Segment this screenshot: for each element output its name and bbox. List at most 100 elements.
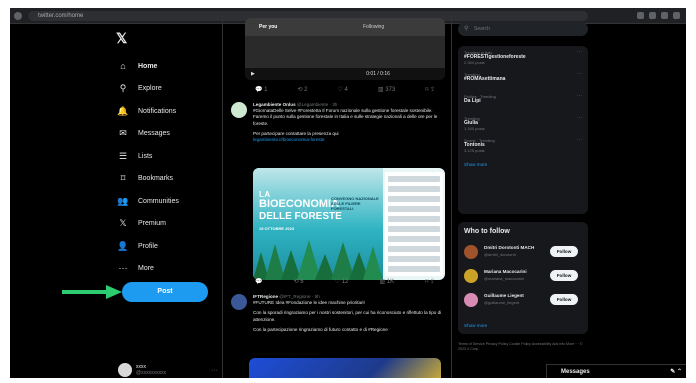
tweet-text-2: Con la sporadi ringraziamo per i nostri … — [253, 310, 442, 322]
forest-illustration — [253, 240, 383, 280]
retweet-icon[interactable]: ⟲ 2 — [297, 86, 307, 96]
suggestion-handle: @mariana_macocarini — [484, 276, 525, 281]
retweet-icon[interactable]: ⟲ 8 — [294, 278, 304, 288]
trend-item[interactable]: Trending in Italy #FORESTIgestioneforest… — [464, 50, 582, 72]
follow-suggestion[interactable]: Mariana Macocarini @mariana_macocarini F… — [464, 267, 582, 291]
nav-item-lists[interactable]: ☰ Lists — [106, 145, 216, 168]
bookmark-icon[interactable] — [637, 12, 644, 19]
nav-label: Explore — [138, 85, 162, 93]
extensions-icon[interactable] — [649, 12, 656, 19]
share-icon[interactable]: ⌑ ⇪ — [425, 86, 435, 96]
bell-icon: 🔔 — [117, 105, 129, 116]
trend-count: 2,354 posts — [464, 60, 485, 65]
like-icon[interactable]: ♡ 4 — [337, 86, 347, 96]
nav-item-more[interactable]: ⋯ More — [106, 258, 216, 281]
follow-button[interactable]: Follow — [550, 246, 578, 257]
tab-following[interactable]: Following — [363, 24, 384, 30]
views-icon[interactable]: ▥ 373 — [378, 86, 395, 96]
search-input[interactable]: ⚲ Search — [458, 22, 588, 36]
tweet-author[interactable]: IFTRegione — [253, 294, 278, 299]
trend-item[interactable]: Trending #ROMAsettimana ··· — [464, 72, 582, 94]
primary-nav: 𝕏 ⌂ Home ⚲ Explore 🔔 Notifications ✉ Mes… — [106, 30, 216, 280]
tab-for-you[interactable]: Per you — [259, 24, 277, 30]
show-more-link[interactable]: Show more — [464, 323, 487, 328]
account-switcher[interactable]: xxxx @xxxxxxxxxx ··· — [118, 362, 218, 378]
trend-item[interactable]: Sports · Trending Tontonis 3,125 posts ·… — [464, 138, 582, 160]
tweet-handle: @Legambiente · 3h — [296, 102, 338, 107]
menu-icon[interactable] — [673, 12, 680, 19]
nav-item-bookmarks[interactable]: ⌑ Bookmarks — [106, 168, 216, 191]
avatar[interactable] — [464, 293, 478, 307]
messages-drawer[interactable]: Messages ✎ ⌃ — [546, 364, 686, 378]
trend-title: #ROMAsettimana — [464, 76, 506, 82]
follow-suggestion[interactable]: Dmitri Dorotonti MACH @dmitri_dorotonti … — [464, 243, 582, 267]
home-icon: ⌂ — [120, 61, 126, 72]
more-icon[interactable]: ··· — [577, 138, 582, 143]
account-info: xxxx @xxxxxxxxxx — [136, 364, 166, 376]
video-player[interactable]: Per you Following ▶ 0:01 / 0:16 — [245, 18, 445, 80]
tweet-actions: 💬 1 ⟲ 2 ♡ 4 ▥ 373 ⌑ ⇪ — [255, 86, 435, 96]
more-icon[interactable]: ··· — [577, 94, 582, 99]
timeline: Per you Following ▶ 0:01 / 0:16 💬 1 ⟲ 2 … — [222, 16, 452, 378]
trend-item[interactable]: Trending Giulia 1,160 posts ··· — [464, 116, 582, 138]
video-controls[interactable]: ▶ 0:01 / 0:16 — [245, 68, 445, 80]
browser-actions — [637, 12, 680, 19]
footer-links[interactable]: Terms of Service Privacy Policy Cookie P… — [458, 342, 588, 352]
messages-label: Messages — [561, 369, 590, 375]
share-icon[interactable]: ⌑ ⇪ — [425, 278, 435, 288]
follow-button[interactable]: Follow — [550, 294, 578, 305]
suggestion-handle: @dmitri_dorotonti — [484, 252, 516, 257]
poster-subtitle: CONVEGNO NAZIONALE SULLE FILIERE FORESTA… — [331, 196, 379, 211]
nav-item-explore[interactable]: ⚲ Explore — [106, 78, 216, 101]
follow-suggestion[interactable]: Guillaume Liegent @guillaume_liegent Fol… — [464, 291, 582, 315]
show-more-link[interactable]: Show more — [464, 162, 582, 167]
right-sidebar: ⚲ Search Trending in Italy #FORESTIgesti… — [458, 22, 590, 352]
nav-label: Bookmarks — [138, 175, 174, 183]
avatar[interactable] — [464, 269, 478, 283]
x-premium-icon: 𝕏 — [119, 218, 127, 229]
avatar[interactable] — [231, 102, 247, 118]
nav-item-home[interactable]: ⌂ Home — [106, 55, 216, 78]
tweet-image[interactable]: LA BIOECONOMIA DELLE FORESTE CONVEGNO NA… — [253, 168, 445, 280]
search-icon: ⚲ — [119, 83, 127, 94]
nav-item-communities[interactable]: 👥 Communities — [106, 190, 216, 213]
back-icon[interactable] — [14, 12, 22, 20]
follow-button[interactable]: Follow — [550, 270, 578, 281]
avatar[interactable] — [464, 245, 478, 259]
tweet-body: IFTRegione @IFT_Regione · 5h #FUTURE Ide… — [253, 294, 445, 333]
play-icon[interactable]: ▶ — [251, 71, 255, 77]
more-icon[interactable]: ··· — [577, 72, 582, 77]
tweet[interactable]: Legambiente Onlus @Legambiente · 3h #Gio… — [227, 102, 449, 288]
tweet-link[interactable]: legambiente.it/bioeconomia-foreste — [253, 137, 445, 143]
like-icon[interactable]: ♡ 12 — [335, 278, 349, 288]
nav-item-premium[interactable]: 𝕏 Premium — [106, 213, 216, 236]
profile-icon[interactable] — [661, 12, 668, 19]
more-icon[interactable]: ··· — [577, 50, 582, 55]
trend-count: 1,160 posts — [464, 126, 485, 131]
panel-title: Who to follow — [464, 228, 510, 235]
post-button[interactable]: Post — [122, 282, 208, 302]
reply-icon[interactable]: 💬 — [255, 278, 262, 288]
arrow-annotation-icon — [62, 285, 122, 299]
nav-item-messages[interactable]: ✉ Messages — [106, 123, 216, 146]
tweet-image[interactable] — [249, 358, 441, 378]
compose-icon[interactable]: ✎ ⌃ — [670, 365, 682, 378]
list-icon: ☰ — [118, 150, 128, 161]
nav-item-notifications[interactable]: 🔔 Notifications — [106, 100, 216, 123]
nav-label: Notifications — [138, 107, 177, 115]
trend-count: 3,125 posts — [464, 148, 485, 153]
envelope-icon: ✉ — [119, 128, 127, 139]
more-icon[interactable]: ··· — [577, 116, 582, 121]
trend-item[interactable]: Politics · Trending Da Lipi ··· — [464, 94, 582, 116]
tweet-text: #GiornataDelle Selve #ForesteIta Il Foru… — [253, 108, 438, 126]
views-icon[interactable]: ▥ 1K — [379, 278, 394, 288]
poster-background — [253, 168, 383, 280]
x-logo-icon[interactable]: 𝕏 — [116, 30, 216, 47]
tweet-author[interactable]: Legambiente Onlus — [253, 102, 296, 107]
tweet-actions: 💬 ⟲ 8 ♡ 12 ▥ 1K ⌑ ⇪ — [255, 278, 435, 288]
nav-item-profile[interactable]: 👤 Profile — [106, 235, 216, 258]
avatar[interactable] — [231, 294, 247, 310]
suggestion-name: Mariana Macocarini — [484, 269, 527, 274]
nav-label: Premium — [138, 220, 167, 228]
reply-icon[interactable]: 💬 1 — [255, 86, 267, 96]
